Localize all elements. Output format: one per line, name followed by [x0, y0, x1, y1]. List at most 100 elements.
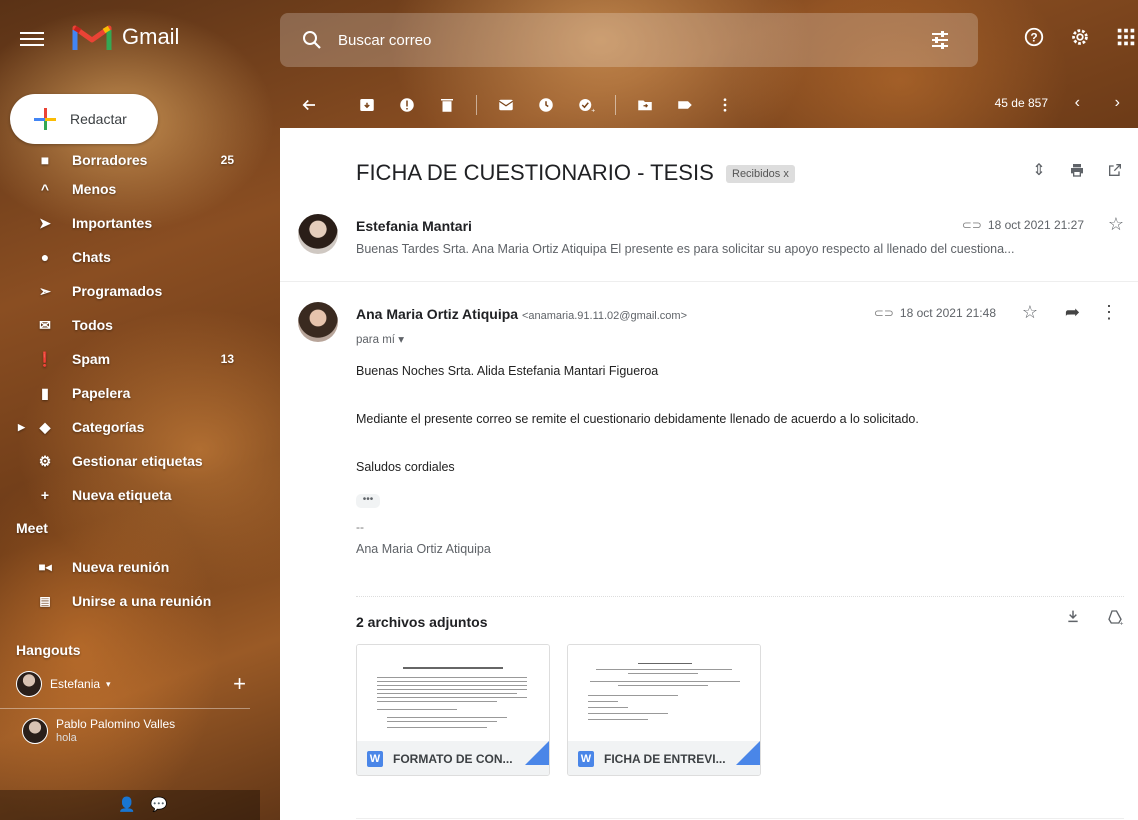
attachment-corner: [525, 741, 549, 765]
attachment-preview: [357, 645, 549, 741]
newer-chevron-icon[interactable]: ‹: [1075, 94, 1080, 112]
attachment-clip-icon: ⊂⊃: [961, 218, 982, 232]
message-panel: FICHA DE CUESTIONARIO - TESIS Recibidos …: [280, 128, 1138, 820]
avatar: [298, 214, 338, 254]
sidebar-item-manage-labels[interactable]: ⚙ Gestionar etiquetas: [0, 444, 260, 478]
show-trimmed-content-button[interactable]: •••: [356, 494, 380, 508]
chevron-down-icon: ▾: [398, 334, 404, 346]
older-chevron-icon[interactable]: ›: [1115, 94, 1120, 112]
sidebar-item-categories[interactable]: ▶ ◆ Categorías: [0, 410, 260, 444]
apps-grid-icon[interactable]: [1114, 26, 1138, 50]
sender-name: Ana Maria Ortiz Atiquipa <anamaria.91.11…: [356, 306, 687, 322]
sidebar-item-label: Borradores: [72, 152, 148, 168]
star-icon[interactable]: ☆: [1022, 302, 1038, 323]
print-icon[interactable]: [1068, 162, 1086, 180]
sidebar-item-all-mail[interactable]: ✉ Todos: [0, 308, 260, 342]
message-date-text: 18 oct 2021 21:27: [987, 218, 1084, 232]
body-paragraph: Mediante el presente correo se remite el…: [356, 412, 919, 426]
compose-button[interactable]: Redactar: [10, 94, 158, 144]
sidebar-item-label: Menos: [72, 181, 117, 197]
word-doc-icon: W: [578, 751, 594, 767]
message-date: ⊂⊃ 18 oct 2021 21:27: [962, 218, 1084, 232]
add-contact-icon[interactable]: +: [233, 671, 246, 697]
meet-join-meeting[interactable]: ▤ Unirse a una reunión: [0, 584, 260, 618]
meet-section-title: Meet: [16, 520, 48, 536]
hangouts-contact[interactable]: Pablo Palomino Valles hola: [0, 709, 260, 753]
svg-text:?: ?: [1030, 31, 1037, 45]
sidebar-item-label: Importantes: [72, 215, 153, 231]
thread-subject: FICHA DE CUESTIONARIO - TESIS: [356, 160, 714, 185]
signature: Ana Maria Ortiz Atiquipa: [356, 542, 491, 556]
sidebar-item-label: Todos: [72, 317, 113, 333]
mark-unread-icon[interactable]: [495, 94, 517, 116]
inbox-label-chip[interactable]: Recibidos x: [726, 165, 795, 183]
search-options-icon[interactable]: [928, 28, 952, 52]
chevron-up-icon: ^: [40, 181, 50, 197]
meet-new-meeting[interactable]: ■◂ Nueva reunión: [0, 550, 260, 584]
sidebar-item-important[interactable]: ➤ Importantes: [0, 206, 260, 240]
sidebar-item-trash[interactable]: ▮ Papelera: [0, 376, 260, 410]
more-vert-icon[interactable]: [714, 94, 736, 116]
sidebar-item-new-label[interactable]: + Nueva etiqueta: [0, 478, 260, 512]
hangouts-bottom-bar: 👤 💬: [0, 790, 260, 820]
trash-icon: ▮: [41, 385, 49, 401]
save-to-drive-icon[interactable]: +: [1106, 608, 1124, 627]
toolbar-divider: [476, 95, 477, 115]
report-spam-icon[interactable]: [396, 94, 418, 116]
add-task-icon[interactable]: +: [575, 94, 597, 116]
recipient-dropdown[interactable]: para mí ▾: [356, 332, 404, 346]
avatar: [16, 671, 42, 697]
collapsed-message[interactable]: Estefania Mantari ⊂⊃ 18 oct 2021 21:27 ☆ …: [280, 202, 1138, 282]
hangouts-current-user[interactable]: Estefania ▾ +: [0, 666, 260, 702]
star-icon[interactable]: ☆: [1108, 214, 1124, 235]
search-icon[interactable]: [300, 28, 324, 52]
main-menu-icon[interactable]: [20, 28, 44, 48]
sidebar-item-label: Papelera: [72, 385, 131, 401]
more-vert-icon[interactable]: ⋮: [1100, 302, 1118, 323]
hangouts-user-name: Estefania: [50, 677, 101, 691]
help-icon[interactable]: ?: [1022, 26, 1046, 50]
label-tag-icon[interactable]: [674, 94, 696, 116]
sidebar-item-drafts[interactable]: ■ Borradores 25: [0, 148, 260, 172]
sidebar-item-scheduled[interactable]: ➣ Programados: [0, 274, 260, 308]
dropdown-arrow-icon[interactable]: ▾: [106, 679, 111, 690]
search-input[interactable]: [338, 31, 898, 49]
hangouts-contact-status: hola: [56, 732, 77, 744]
attachment-card[interactable]: W FORMATO DE CON...: [356, 644, 550, 776]
gmail-logo-icon: [72, 25, 112, 50]
delete-icon[interactable]: [436, 94, 458, 116]
label-icon: ◆: [39, 419, 51, 435]
open-new-window-icon[interactable]: [1106, 162, 1124, 180]
attachments-divider: [356, 596, 1124, 597]
sender-name-text: Ana Maria Ortiz Atiquipa: [356, 306, 519, 322]
attachment-card[interactable]: W FICHA DE ENTREVI...: [567, 644, 761, 776]
video-icon: ■◂: [38, 560, 52, 574]
avatar: [298, 302, 338, 342]
svg-text:+: +: [591, 108, 595, 115]
back-arrow-icon[interactable]: [298, 94, 320, 116]
expand-all-icon[interactable]: ⇕: [1030, 162, 1048, 180]
scheduled-send-icon: ➣: [39, 283, 51, 299]
sidebar-item-chats[interactable]: ● Chats: [0, 240, 260, 274]
hangouts-contact-name: Pablo Palomino Valles: [56, 717, 176, 731]
snooze-clock-icon[interactable]: [535, 94, 557, 116]
person-icon[interactable]: 👤: [118, 796, 135, 813]
app-name: Gmail: [122, 24, 180, 49]
sidebar-item-less[interactable]: ^ Menos: [0, 172, 260, 206]
expand-arrow-icon[interactable]: ▶: [18, 422, 25, 433]
reply-icon[interactable]: ➦: [1065, 302, 1080, 323]
sidebar-item-spam[interactable]: ❗ Spam 13: [0, 342, 260, 376]
message-date: ⊂⊃ 18 oct 2021 21:48: [874, 306, 996, 320]
settings-gear-icon[interactable]: [1068, 26, 1092, 50]
message-counter: 45 de 857: [994, 96, 1048, 110]
compose-plus-icon: [34, 108, 56, 130]
all-mail-icon: ✉: [39, 317, 51, 333]
move-to-folder-icon[interactable]: [634, 94, 656, 116]
download-all-icon[interactable]: [1064, 608, 1082, 626]
gmail-logo[interactable]: Gmail: [72, 22, 179, 52]
sender-email: <anamaria.91.11.02@gmail.com>: [521, 310, 688, 322]
chat-bubble-icon[interactable]: 💬: [150, 796, 167, 813]
message-date-text: 18 oct 2021 21:48: [899, 306, 996, 320]
attachment-clip-icon: ⊂⊃: [873, 306, 894, 320]
archive-icon[interactable]: [356, 94, 378, 116]
